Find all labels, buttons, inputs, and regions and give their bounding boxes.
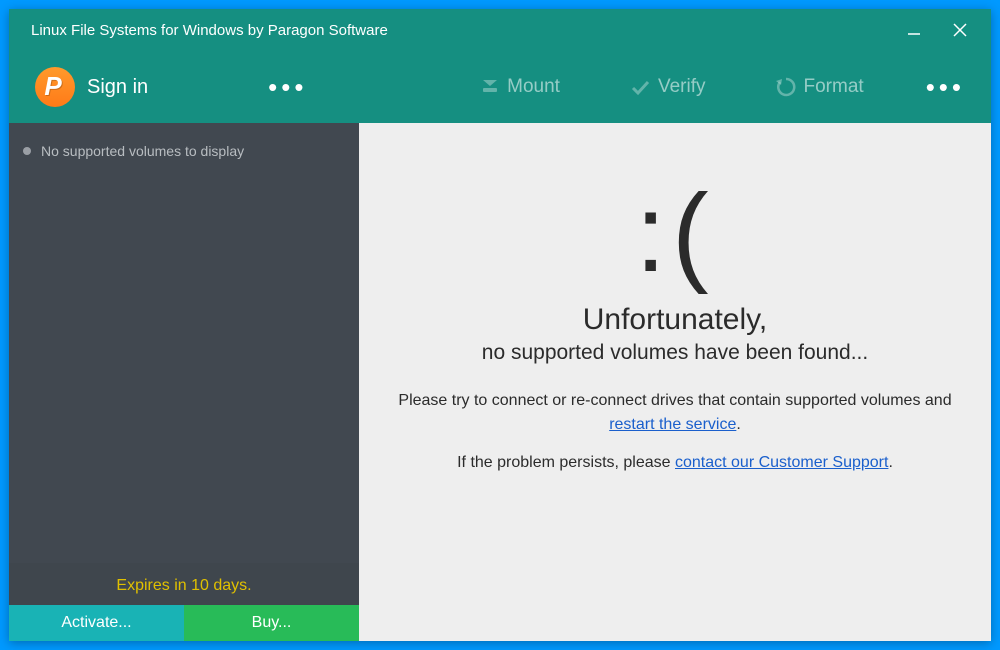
mount-label: Mount: [507, 76, 560, 98]
buy-button[interactable]: Buy...: [184, 605, 359, 641]
verify-button[interactable]: Verify: [630, 76, 706, 98]
sidebar: No supported volumes to display Expires …: [9, 123, 359, 641]
toolbar-actions: Mount Verify Format: [481, 76, 864, 98]
sign-in-button[interactable]: P Sign in: [35, 67, 148, 107]
check-icon: [630, 78, 650, 96]
mount-icon: [481, 78, 499, 96]
instruction-1-prefix: Please try to connect or re-connect driv…: [398, 392, 951, 409]
format-button[interactable]: Format: [776, 76, 864, 98]
contact-support-link[interactable]: contact our Customer Support: [675, 454, 888, 471]
sad-face-icon: :(: [635, 179, 714, 289]
app-window: Linux File Systems for Windows by Parago…: [9, 9, 991, 641]
instruction-2-prefix: If the problem persists, please: [457, 454, 675, 471]
close-icon: [952, 22, 968, 38]
instruction-1-suffix: .: [736, 416, 740, 433]
window-title: Linux File Systems for Windows by Parago…: [31, 22, 388, 39]
footer-button-row: Activate... Buy...: [9, 605, 359, 641]
minimize-icon: [907, 23, 921, 37]
user-menu-button[interactable]: •••: [268, 72, 307, 103]
main-subheading: no supported volumes have been found...: [482, 341, 868, 365]
format-label: Format: [804, 76, 864, 98]
mount-button[interactable]: Mount: [481, 76, 560, 98]
sidebar-empty-row: No supported volumes to display: [9, 123, 359, 179]
toolbar: P Sign in ••• Mount Verify Format •••: [9, 51, 991, 123]
paragon-logo-icon: P: [35, 67, 75, 107]
verify-label: Verify: [658, 76, 706, 98]
activate-button[interactable]: Activate...: [9, 605, 184, 641]
content-area: No supported volumes to display Expires …: [9, 123, 991, 641]
main-panel: :( Unfortunately, no supported volumes h…: [359, 123, 991, 641]
sidebar-footer: Expires in 10 days. Activate... Buy...: [9, 563, 359, 641]
minimize-button[interactable]: [891, 9, 937, 51]
close-button[interactable]: [937, 9, 983, 51]
instruction-line-2: If the problem persists, please contact …: [457, 451, 893, 475]
bullet-icon: [23, 147, 31, 155]
format-icon: [776, 77, 796, 97]
sidebar-empty-text: No supported volumes to display: [41, 143, 244, 159]
sign-in-label: Sign in: [87, 76, 148, 99]
instruction-line-1: Please try to connect or re-connect driv…: [398, 389, 951, 437]
instruction-2-suffix: .: [888, 454, 892, 471]
restart-service-link[interactable]: restart the service: [609, 416, 736, 433]
more-actions-button[interactable]: •••: [926, 72, 965, 103]
expires-text: Expires in 10 days.: [9, 563, 359, 605]
title-bar: Linux File Systems for Windows by Parago…: [9, 9, 991, 51]
main-heading: Unfortunately,: [583, 303, 768, 337]
